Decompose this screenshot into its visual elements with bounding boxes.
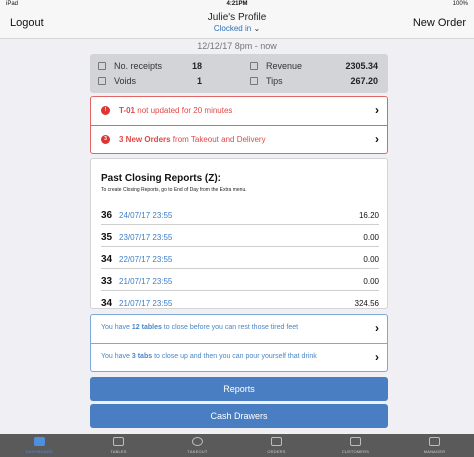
report-number: 34 <box>101 298 113 309</box>
open-tabs-row[interactable]: You have 3 tabs to close up and then you… <box>91 344 387 372</box>
tab-label: CUSTOMERS <box>341 449 370 454</box>
msg-bold: 3 tabs <box>131 353 153 360</box>
orders-icon <box>271 437 282 446</box>
report-number: 36 <box>101 210 113 221</box>
report-date: 21/07/17 23:55 <box>119 299 173 308</box>
chevron-right-icon: › <box>375 321 379 335</box>
msg-bold: 12 tables <box>131 324 162 331</box>
tab-orders[interactable]: ORDERS <box>237 434 316 457</box>
report-amount: 16.20 <box>358 211 379 220</box>
report-row[interactable]: 36 24/07/17 23:55 16.20 <box>101 205 379 225</box>
report-row[interactable]: 34 21/07/17 23:55 324.56 <box>101 293 379 309</box>
report-amount: 324.56 <box>354 299 379 308</box>
msg-post: to close up and then you can pour yourse… <box>152 353 317 360</box>
battery-label: 100% <box>452 1 468 7</box>
open-tables-row[interactable]: You have 12 tables to close before you c… <box>91 315 387 343</box>
report-amount: 0.00 <box>363 277 379 286</box>
stat-revenue: Revenue 2305.34 <box>250 59 378 73</box>
report-number: 33 <box>101 276 113 287</box>
warning-icon: ! <box>101 106 110 115</box>
msg-pre: You have <box>101 353 132 360</box>
cash-drawers-button[interactable]: Cash Drawers <box>90 404 388 428</box>
clock-label: 4:21PM <box>226 1 248 7</box>
alert-text: 3 New Orders from Takeout and Delivery <box>119 135 266 144</box>
stat-label: Tips <box>266 76 283 86</box>
takeout-icon <box>192 437 203 446</box>
new-order-button[interactable]: New Order <box>413 17 466 29</box>
stat-value: 2305.34 <box>345 61 378 71</box>
report-number: 35 <box>101 232 113 243</box>
stat-value: 18 <box>191 61 202 71</box>
tab-manager[interactable]: MANAGER <box>395 434 474 457</box>
receipt-icon <box>98 62 106 70</box>
report-number: 34 <box>101 254 113 265</box>
tab-label: TAKEOUT <box>187 449 208 454</box>
tab-customers[interactable]: CUSTOMERS <box>316 434 395 457</box>
stat-tips: Tips 267.20 <box>250 74 378 88</box>
dashboard-icon <box>34 437 45 446</box>
tab-label: MANAGER <box>423 449 446 454</box>
profile-title: Julie's Profile <box>207 12 267 23</box>
customers-icon <box>350 437 361 446</box>
report-amount: 0.00 <box>363 255 379 264</box>
msg-pre: You have <box>101 324 132 331</box>
alerts-panel: ! T-01 not updated for 20 minutes › 3 3 … <box>90 96 388 154</box>
alert-table-not-updated[interactable]: ! T-01 not updated for 20 minutes › <box>91 97 387 125</box>
tab-dashboard[interactable]: DASHBOARD <box>0 434 79 457</box>
alert-text: T-01 not updated for 20 minutes <box>119 106 232 115</box>
orders-count-badge: 3 <box>101 135 110 144</box>
alert-bold: 3 New Orders <box>119 135 171 144</box>
reports-title: Past Closing Reports (Z): <box>101 173 222 184</box>
report-amount: 0.00 <box>363 233 379 242</box>
void-icon <box>98 77 106 85</box>
manager-icon <box>429 437 440 446</box>
report-date: 21/07/17 23:55 <box>119 277 173 286</box>
tab-tables[interactable]: TABLES <box>79 434 158 457</box>
reports-subtitle: To create Closing Reports, go to End of … <box>101 187 247 193</box>
stat-label: Voids <box>114 76 137 86</box>
alert-bold: T-01 <box>119 106 136 115</box>
open-tables-text: You have 12 tables to close before you c… <box>101 324 298 331</box>
tips-icon <box>250 77 258 85</box>
stat-voids: Voids 1 <box>98 74 202 88</box>
reports-button[interactable]: Reports <box>90 377 388 401</box>
report-date: 23/07/17 23:55 <box>119 233 173 242</box>
stat-label: Revenue <box>266 61 303 71</box>
alert-new-orders[interactable]: 3 3 New Orders from Takeout and Delivery… <box>91 126 387 154</box>
tab-label: ORDERS <box>267 449 286 454</box>
open-tabs-text: You have 3 tabs to close up and then you… <box>101 353 317 360</box>
open-tables-panel: You have 12 tables to close before you c… <box>90 314 388 372</box>
chevron-right-icon: › <box>375 350 379 364</box>
report-row[interactable]: 34 22/07/17 23:55 0.00 <box>101 249 379 269</box>
tab-label: TABLES <box>110 449 127 454</box>
revenue-icon <box>250 62 258 70</box>
alert-rest: from Takeout and Delivery <box>170 135 266 144</box>
stat-label: No. receipts <box>114 61 163 71</box>
report-row[interactable]: 35 23/07/17 23:55 0.00 <box>101 227 379 247</box>
chevron-right-icon: › <box>375 103 379 117</box>
alert-rest: not updated for 20 minutes <box>135 106 233 115</box>
stat-value: 267.20 <box>350 76 378 86</box>
clock-status-dropdown[interactable]: Clocked in ⌄ <box>0 24 474 33</box>
tab-label: DASHBOARD <box>25 449 54 454</box>
tab-takeout[interactable]: TAKEOUT <box>158 434 237 457</box>
status-bar: iPad 4:21PM 100% <box>0 0 474 9</box>
report-row[interactable]: 33 21/07/17 23:55 0.00 <box>101 271 379 291</box>
stat-receipts: No. receipts 18 <box>98 59 202 73</box>
past-closing-reports-panel[interactable]: Past Closing Reports (Z): To create Clos… <box>90 158 388 309</box>
date-range: 12/12/17 8pm - now <box>197 41 277 51</box>
chevron-right-icon: › <box>375 132 379 146</box>
stat-value: 1 <box>196 76 202 86</box>
report-date: 24/07/17 23:55 <box>119 211 173 220</box>
tab-bar: DASHBOARD TABLES TAKEOUT ORDERS CUSTOMER… <box>0 434 474 457</box>
msg-post: to close before you can rest those tired… <box>161 324 299 331</box>
tables-icon <box>113 437 124 446</box>
clock-status-label: Clocked in <box>213 24 252 33</box>
stats-panel: No. receipts 18 Voids 1 Revenue 2305.34 … <box>90 54 388 93</box>
navigation-bar: Logout Julie's Profile Clocked in ⌄ New … <box>0 9 474 39</box>
report-date: 22/07/17 23:55 <box>119 255 173 264</box>
chevron-down-icon: ⌄ <box>253 24 261 33</box>
